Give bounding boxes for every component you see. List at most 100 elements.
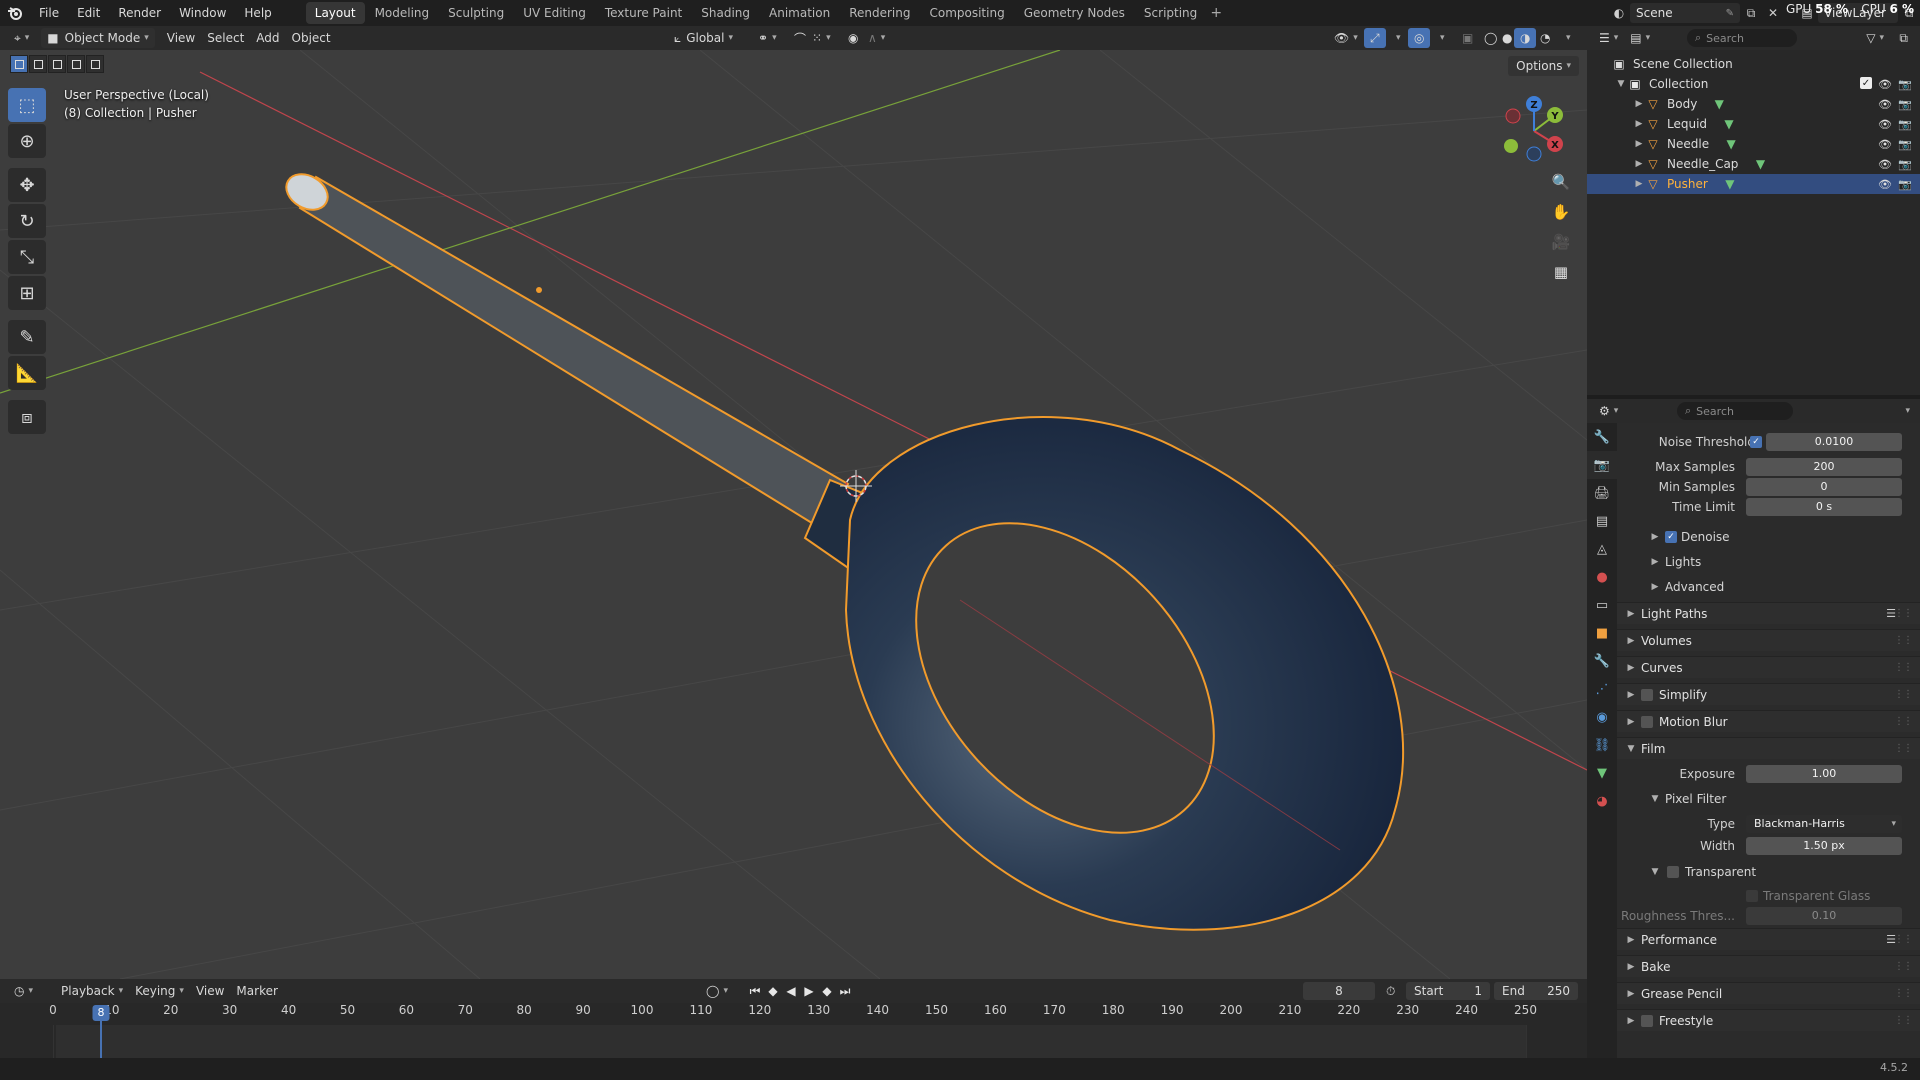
- time-limit-field[interactable]: 0 s: [1746, 498, 1902, 516]
- tab-rendering[interactable]: Rendering: [840, 2, 919, 24]
- object-mode-dropdown[interactable]: ■ Object Mode ▾: [41, 28, 155, 48]
- curves-panel[interactable]: ▶ Curves ⋮⋮: [1617, 656, 1920, 678]
- select-box-tool-icon[interactable]: ⬚: [8, 88, 46, 122]
- light-paths-panel[interactable]: ▶ Light Paths ☰ ⋮⋮: [1617, 602, 1920, 624]
- chevron-down-icon[interactable]: ▼: [1649, 867, 1661, 877]
- roughness-threshold-field[interactable]: 0.10: [1746, 907, 1902, 925]
- tab-sculpting[interactable]: Sculpting: [439, 2, 513, 24]
- transform-orientation-dropdown[interactable]: ⟀ Global ▾: [668, 28, 739, 48]
- overlays-toggle-icon[interactable]: ◎: [1408, 28, 1431, 48]
- gizmo-toggle-icon[interactable]: ⤢: [1364, 28, 1386, 48]
- transparent-glass-checkbox[interactable]: [1746, 890, 1758, 902]
- motion-blur-panel[interactable]: ▶ Motion Blur ⋮⋮: [1617, 710, 1920, 732]
- exposure-field[interactable]: 1.00: [1746, 765, 1902, 783]
- play-icon[interactable]: ▶: [800, 984, 818, 999]
- cursor-tool-icon[interactable]: ⊕: [8, 124, 46, 158]
- editor-type-button[interactable]: ⌖ ▾: [8, 28, 35, 48]
- outliner-item-pusher[interactable]: ▶ ▽ Pusher ▼ 👁 📷: [1587, 174, 1920, 194]
- drag-grip-icon[interactable]: ⋮⋮: [1894, 716, 1913, 727]
- 3d-viewport[interactable]: User Perspective (Local) (8) Collection …: [0, 50, 1587, 979]
- min-samples-field[interactable]: 0: [1746, 478, 1902, 496]
- end-frame-field[interactable]: End 250: [1494, 982, 1578, 1000]
- measure-tool-icon[interactable]: 📐: [8, 356, 46, 390]
- grease-pencil-panel[interactable]: ▶ Grease Pencil ⋮⋮: [1617, 982, 1920, 1004]
- ortho-grid-icon[interactable]: ▦: [1547, 258, 1575, 286]
- tab-compositing[interactable]: Compositing: [920, 2, 1013, 24]
- eye-icon[interactable]: 👁: [1878, 177, 1892, 191]
- properties-search-input[interactable]: ⌕ Search: [1677, 402, 1793, 420]
- prev-keyframe-icon[interactable]: ◆: [764, 984, 782, 999]
- denoise-checkbox[interactable]: ✓: [1665, 531, 1677, 543]
- drag-grip-icon[interactable]: ⋮⋮: [1894, 961, 1913, 972]
- chevron-right-icon[interactable]: ▶: [1649, 582, 1661, 592]
- transparent-checkbox[interactable]: [1667, 866, 1679, 878]
- mesh-data-icon[interactable]: ▼: [1723, 136, 1739, 152]
- snap-target-icon[interactable]: ⁙ ▾: [806, 28, 837, 48]
- object-tab-icon[interactable]: ■: [1587, 619, 1617, 647]
- shading-rendered-icon[interactable]: ◔: [1534, 28, 1556, 48]
- mesh-data-icon[interactable]: ▼: [1752, 156, 1768, 172]
- filter-width-field[interactable]: 1.50 px: [1746, 837, 1902, 855]
- camera-icon[interactable]: 📷: [1898, 177, 1912, 191]
- noise-threshold-checkbox[interactable]: ✓: [1750, 436, 1762, 448]
- max-samples-field[interactable]: 200: [1746, 458, 1902, 476]
- add-cube-tool-icon[interactable]: ⧈: [8, 400, 46, 434]
- display-mode-icon[interactable]: ▤ ▾: [1624, 28, 1656, 48]
- chevron-down-icon[interactable]: ▼: [1649, 794, 1661, 804]
- mesh-data-icon[interactable]: ▼: [1721, 116, 1737, 132]
- modifiers-tab-icon[interactable]: 🔧: [1587, 647, 1617, 675]
- next-keyframe-icon[interactable]: ◆: [818, 984, 836, 999]
- properties-editor-type-icon[interactable]: ⚙ ▾: [1593, 401, 1624, 421]
- transparent-subpanel[interactable]: ▼ Transparent: [1617, 862, 1920, 882]
- xray-icon[interactable]: ▣: [1456, 28, 1479, 48]
- add-workspace-button[interactable]: +: [1206, 5, 1226, 21]
- tab-geometry-nodes[interactable]: Geometry Nodes: [1015, 2, 1134, 24]
- chevron-right-icon[interactable]: ▶: [1633, 159, 1645, 169]
- chevron-down-icon[interactable]: ▼: [1625, 744, 1637, 754]
- scene-selector[interactable]: Scene ✎: [1630, 3, 1740, 23]
- mesh-data-icon[interactable]: ▼: [1711, 96, 1727, 112]
- camera-view-icon[interactable]: 🎥: [1547, 228, 1575, 256]
- camera-icon[interactable]: 📷: [1898, 77, 1912, 91]
- freestyle-panel[interactable]: ▶ Freestyle ⋮⋮: [1617, 1009, 1920, 1031]
- chevron-right-icon[interactable]: ▶: [1633, 139, 1645, 149]
- outliner-search-input[interactable]: ⌕ Search: [1687, 29, 1797, 47]
- chevron-right-icon[interactable]: ▶: [1625, 636, 1637, 646]
- scene-collection-row[interactable]: ▣ Scene Collection: [1587, 54, 1920, 74]
- select-new-icon[interactable]: [10, 55, 28, 73]
- filter-icon[interactable]: ▽ ▾: [1860, 28, 1890, 48]
- freestyle-checkbox[interactable]: [1641, 1014, 1653, 1027]
- denoise-subpanel[interactable]: ▶ ✓ Denoise: [1617, 527, 1920, 547]
- menu-object[interactable]: Object: [286, 28, 337, 48]
- tool-tab-icon[interactable]: 🔧: [1587, 423, 1617, 451]
- scene-tab-icon[interactable]: ◬: [1587, 535, 1617, 563]
- falloff-icon[interactable]: ∧ ▾: [862, 28, 891, 48]
- annotate-tool-icon[interactable]: ✎: [8, 320, 46, 354]
- chevron-right-icon[interactable]: ▶: [1649, 532, 1661, 542]
- mesh-data-icon[interactable]: ▼: [1722, 176, 1738, 192]
- gizmo-neg-y[interactable]: [1504, 139, 1518, 153]
- chevron-right-icon[interactable]: ▶: [1625, 609, 1637, 619]
- tab-layout[interactable]: Layout: [305, 2, 365, 24]
- collection-tab-icon[interactable]: ▭: [1587, 591, 1617, 619]
- outliner-item-needle-cap[interactable]: ▶ ▽ Needle_Cap ▼ 👁 📷: [1587, 154, 1920, 174]
- constraints-tab-icon[interactable]: ⛓: [1587, 731, 1617, 759]
- noise-threshold-field[interactable]: 0.0100: [1766, 433, 1902, 451]
- jump-start-icon[interactable]: ⏮: [746, 984, 764, 999]
- jump-end-icon[interactable]: ⏭: [836, 984, 854, 999]
- tab-texture-paint[interactable]: Texture Paint: [596, 2, 691, 24]
- select-intersect-icon[interactable]: [86, 55, 104, 73]
- menu-render[interactable]: Render: [109, 2, 170, 24]
- chevron-right-icon[interactable]: ▶: [1625, 935, 1637, 945]
- chevron-right-icon[interactable]: ▶: [1633, 179, 1645, 189]
- chevron-right-icon[interactable]: ▶: [1625, 663, 1637, 673]
- filter-type-dropdown[interactable]: Blackman-Harris ▾: [1746, 815, 1902, 833]
- gizmo-neg-z[interactable]: [1526, 146, 1542, 162]
- select-subtract-icon[interactable]: [48, 55, 66, 73]
- collection-row[interactable]: ▼ ▣ Collection ✓ 👁 📷: [1587, 74, 1920, 94]
- output-tab-icon[interactable]: 🖨: [1587, 479, 1617, 507]
- navigation-gizmo[interactable]: Y X Z: [1495, 92, 1573, 170]
- tab-scripting[interactable]: Scripting: [1135, 2, 1206, 24]
- delete-scene-icon[interactable]: ✕: [1762, 3, 1784, 23]
- chevron-right-icon[interactable]: ▶: [1625, 1016, 1637, 1026]
